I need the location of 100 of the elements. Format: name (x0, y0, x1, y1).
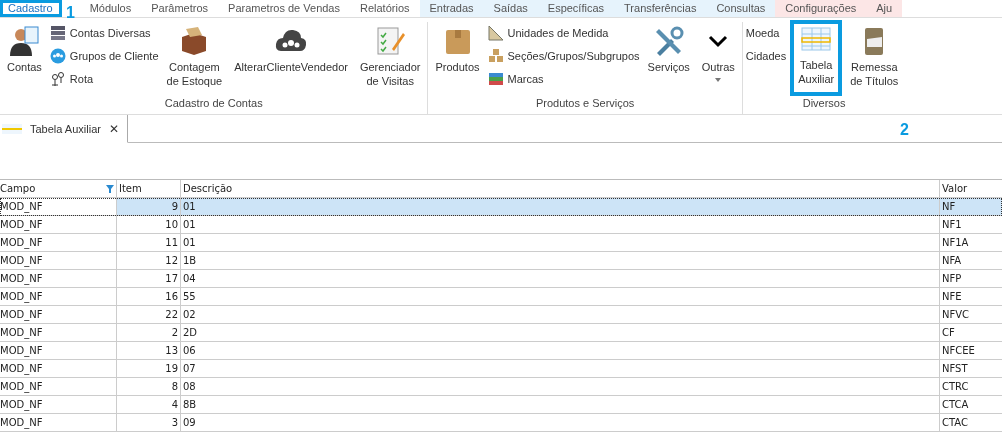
table-cell: MOD_NF (0, 324, 117, 341)
filter-icon[interactable] (106, 184, 114, 193)
annotation-number: 2 (900, 122, 909, 138)
table-cell: 17 (117, 270, 181, 287)
close-icon[interactable]: ✕ (108, 121, 119, 136)
document-tab[interactable]: Tabela Auxiliar ✕ (0, 115, 128, 143)
table-cell-text: NFST (941, 362, 969, 376)
column-header[interactable]: Descrição (181, 180, 940, 197)
boxes-icon (487, 48, 504, 64)
table-cell: MOD_NF (0, 414, 117, 431)
table-cell: 08 (181, 378, 940, 395)
table-cell: MOD_NF (0, 396, 117, 413)
table-cell: 3 (117, 414, 181, 431)
ribbon-button[interactable]: Unidades de Medida (487, 23, 640, 43)
ribbon-button[interactable]: Cidades (745, 46, 787, 66)
table-cell: 9 (117, 198, 181, 215)
table-cell-text: CF (941, 326, 956, 340)
table-cell: MOD_NF (0, 252, 117, 269)
tab-label: Tabela Auxiliar (30, 122, 101, 135)
group-icon (49, 48, 66, 64)
table-cell: 2 (117, 324, 181, 341)
ribbon-button[interactable]: Tabela Auxiliar (790, 20, 843, 96)
table-cell: NF (940, 198, 1002, 215)
ribbon-button[interactable]: Seções/Grupos/Subgrupos (487, 46, 640, 66)
table-cell-text: NFP (941, 272, 963, 286)
table-cell: 06 (181, 342, 940, 359)
table-cell: 01 (181, 198, 940, 215)
table-cell: 4 (117, 396, 181, 413)
table-cell: 12 (117, 252, 181, 269)
menu-tab[interactable]: Configurações (775, 0, 867, 17)
table-cell: 01 (181, 234, 940, 251)
person-icon (8, 25, 41, 57)
ribbon-button[interactable]: Contas Diversas (49, 23, 159, 43)
ribbon-button[interactable]: Gerenciador de Visitas (355, 22, 425, 96)
table-cell: 22 (117, 306, 181, 323)
table-cell: 13 (117, 342, 181, 359)
table-cell-text: CTRC (941, 380, 970, 394)
table-cell: MOD_NF (0, 378, 117, 395)
menu-tab[interactable]: Específicas (537, 0, 615, 17)
ribbon-button[interactable]: Serviços (643, 22, 694, 96)
menu-tab[interactable]: Parâmetros (141, 0, 219, 17)
column-header[interactable]: Campo (0, 180, 117, 197)
table-cell: MOD_NF (0, 306, 117, 323)
table-cell-text: NFE (941, 290, 963, 304)
menu-tab[interactable]: Consultas (706, 0, 776, 17)
ribbon-button[interactable]: Produtos (431, 22, 484, 96)
menu-tab[interactable]: Transferências (614, 0, 707, 17)
ribbon-button[interactable]: Moeda (745, 23, 787, 43)
books-icon (487, 71, 504, 87)
table-cell: 04 (181, 270, 940, 287)
menu-tab[interactable]: Entradas (419, 0, 484, 17)
table-cell: 55 (181, 288, 940, 305)
table-cell: MOD_NF (0, 216, 117, 233)
table-cell-text: NFA (941, 254, 963, 268)
pins-icon (49, 71, 66, 87)
menu-tab[interactable]: Aju (866, 0, 903, 17)
table-cell: 11 (117, 234, 181, 251)
column-header[interactable]: Valor (940, 180, 1002, 197)
column-header[interactable]: Item (117, 180, 181, 197)
menu-tab[interactable]: Relatórios (350, 0, 420, 17)
table-cell: 10 (117, 216, 181, 233)
table-cell: 1B (181, 252, 940, 269)
menu-tab[interactable]: Cadastro (0, 0, 62, 17)
ribbon-button[interactable]: Marcas (487, 69, 640, 89)
ribbon-button[interactable]: Remessa de Títulos (846, 22, 903, 96)
table-cell: MOD_NF (0, 360, 117, 377)
table-cell: 07 (181, 360, 940, 377)
ribbon-button[interactable]: Contagem de Estoque (162, 22, 227, 96)
table-cell: 02 (181, 306, 940, 323)
table-cell-text: NF1 (941, 218, 963, 232)
menu-tab[interactable]: Módulos (79, 0, 142, 17)
ribbon-button[interactable]: Outras (697, 22, 739, 96)
table-icon (2, 123, 22, 134)
table-cell: 01 (181, 216, 940, 233)
checklist-icon (374, 25, 407, 57)
table-cell: 19 (117, 360, 181, 377)
table-cell: 2D (181, 324, 940, 341)
table-cell: MOD_NF (0, 234, 117, 251)
table-cell-text: NFCEE (941, 344, 976, 358)
group-label: Diversos (801, 96, 847, 111)
ribbon-button[interactable]: Rota (49, 69, 159, 89)
table-cell-text: CTCA (941, 398, 970, 412)
table-cell: 09 (181, 414, 940, 431)
table-cell: 8 (117, 378, 181, 395)
table-cell-text: NF1A (941, 236, 970, 250)
ribbon-button[interactable]: AlterarClienteVendedor (230, 22, 352, 96)
menu-tab[interactable]: Parametros de Vendas (218, 0, 350, 17)
ribbon-button[interactable]: Contas (3, 22, 46, 96)
group-label: Cadastro de Contas (163, 96, 264, 111)
table-cell-text: CTAC (941, 416, 969, 430)
table-cell: MOD_NF (0, 270, 117, 287)
table-cell: 8B (181, 396, 940, 413)
table-cell: MOD_NF (0, 288, 117, 305)
group-label: Produtos e Serviços (534, 96, 636, 111)
server-icon (49, 25, 66, 41)
menu-tab[interactable]: Saídas (483, 0, 538, 17)
header-label: Campo (0, 182, 36, 196)
ribbon-button[interactable]: Grupos de Cliente (49, 46, 159, 66)
annotation-number: 1 (66, 5, 75, 21)
table-cell: 16 (117, 288, 181, 305)
